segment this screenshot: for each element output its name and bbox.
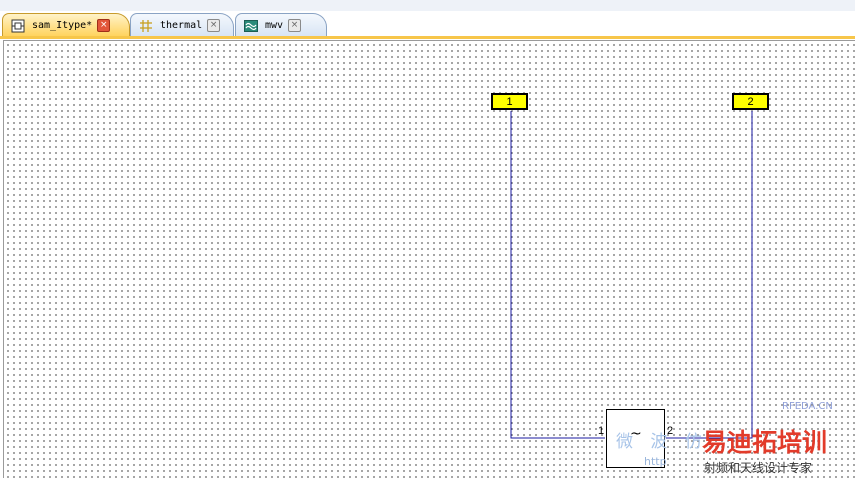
pin-label-1: 1: [598, 425, 605, 437]
close-icon[interactable]: ×: [207, 19, 221, 32]
tab-label: sam_Itype*: [32, 20, 93, 31]
schematic-icon: [11, 19, 25, 32]
editor-tab-bar: sam_Itype* × thermal × mwv ×: [0, 11, 855, 37]
port-2[interactable]: 2: [732, 93, 769, 110]
watermark-brand: 易迪拓培训: [702, 428, 828, 457]
wire-port1: [510, 111, 605, 439]
tab-mwv[interactable]: mwv ×: [235, 13, 327, 37]
tab-thermal[interactable]: thermal ×: [130, 13, 234, 37]
tab-sam-itype[interactable]: sam_Itype* ×: [2, 13, 130, 37]
tab-label: mwv: [265, 20, 284, 31]
watermark-tagline: 射频和天线设计专家: [704, 461, 813, 475]
tab-label: thermal: [160, 20, 203, 31]
schematic-canvas[interactable]: 1 2 1 2 ~ RFEDA.CN 微 波 仿 http 易迪拓培训 射频和天…: [3, 40, 855, 478]
port-2-label: 2: [747, 95, 754, 108]
watermark-site: RFEDA.CN: [782, 401, 833, 412]
close-icon[interactable]: ×: [288, 19, 302, 32]
port-1-label: 1: [506, 95, 513, 108]
port-1[interactable]: 1: [491, 93, 528, 110]
wires: [510, 111, 753, 439]
watermark-url: http: [644, 455, 667, 468]
watermark-chars: 微 波 仿: [616, 432, 708, 452]
tab-underline: [0, 36, 855, 39]
thermal-grid-icon: [140, 19, 152, 32]
wave-icon: [244, 19, 258, 32]
close-icon[interactable]: ×: [97, 19, 111, 32]
wire-port2: [666, 111, 753, 439]
